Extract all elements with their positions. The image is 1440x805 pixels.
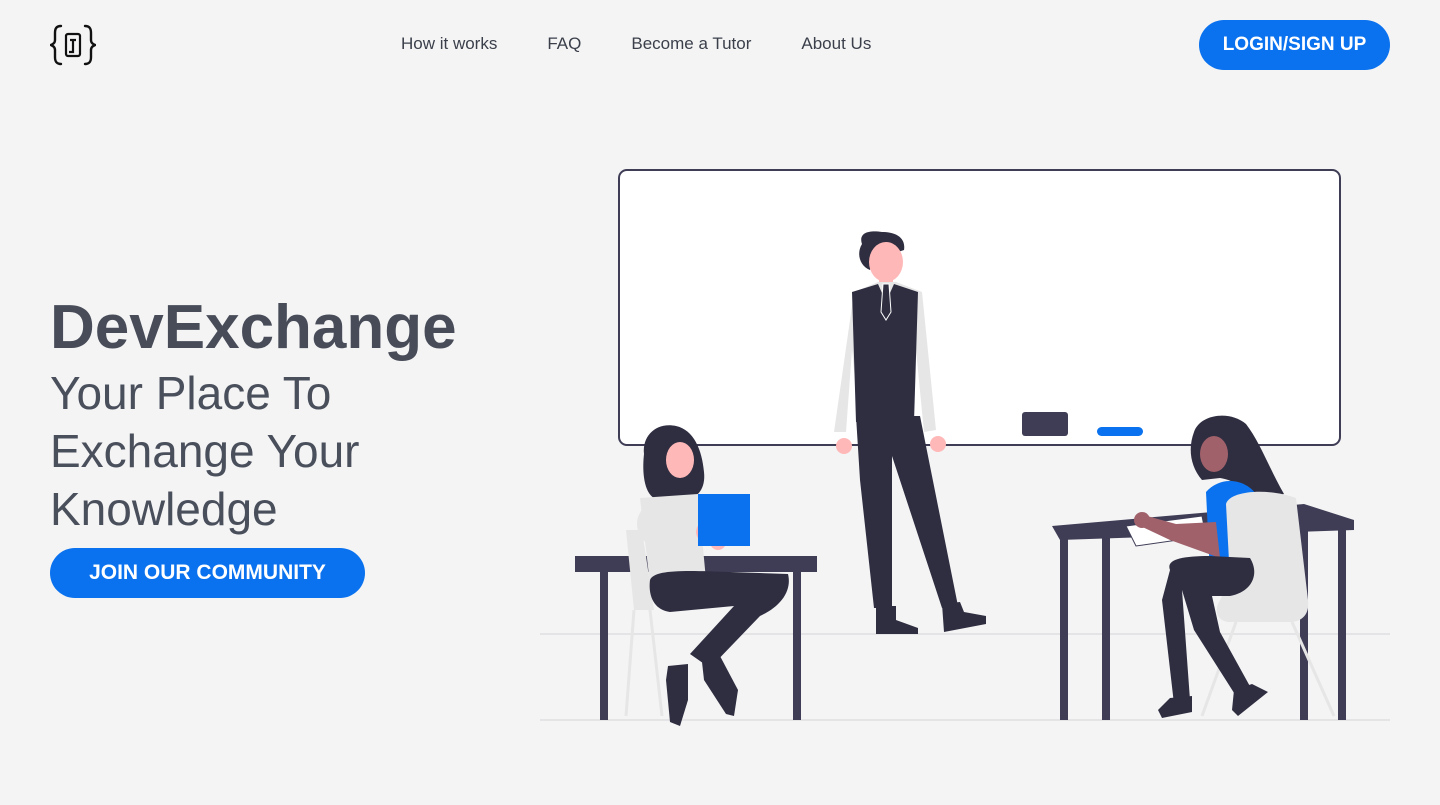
login-signup-button[interactable]: LOGIN/SIGN UP — [1199, 20, 1390, 70]
curly-braces-logo-icon — [50, 24, 96, 66]
nav-faq[interactable]: FAQ — [547, 33, 581, 55]
classroom-illustration-icon — [540, 169, 1390, 726]
hero-subtitle: Your Place To Exchange Your Knowledge — [50, 367, 360, 535]
join-community-button[interactable]: JOIN OUR COMMUNITY — [50, 548, 365, 598]
nav-about-us[interactable]: About Us — [801, 33, 871, 55]
logo[interactable] — [50, 22, 96, 68]
nav-become-a-tutor[interactable]: Become a Tutor — [631, 33, 751, 55]
main-nav: How it works FAQ Become a Tutor About Us — [401, 33, 871, 55]
hero-title: DevExchange — [50, 293, 457, 362]
landing-page: How it works FAQ Become a Tutor About Us… — [0, 0, 1440, 805]
hero-illustration — [530, 160, 1400, 740]
nav-how-it-works[interactable]: How it works — [401, 33, 497, 55]
